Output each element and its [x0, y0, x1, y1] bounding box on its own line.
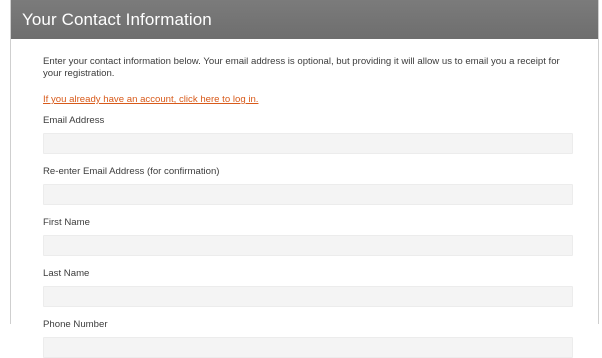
first-name-label: First Name: [43, 217, 90, 228]
phone-label: Phone Number: [43, 319, 108, 330]
email-label: Email Address: [43, 115, 105, 126]
contact-form: Enter your contact information below. Yo…: [11, 39, 598, 358]
first-name-field[interactable]: [43, 235, 573, 256]
email-field[interactable]: [43, 133, 573, 154]
panel-title: Your Contact Information: [22, 9, 212, 29]
panel-header: Your Contact Information: [11, 0, 598, 39]
login-link[interactable]: If you already have an account, click he…: [43, 94, 258, 105]
last-name-field[interactable]: [43, 286, 573, 307]
intro-text: Enter your contact information below. Yo…: [43, 56, 560, 79]
email-confirm-field[interactable]: [43, 184, 573, 205]
email-confirm-label: Re-enter Email Address (for confirmation…: [43, 166, 220, 177]
phone-field[interactable]: [43, 337, 573, 358]
contact-info-panel: Your Contact Information Enter your cont…: [10, 0, 599, 358]
last-name-label: Last Name: [43, 268, 90, 279]
